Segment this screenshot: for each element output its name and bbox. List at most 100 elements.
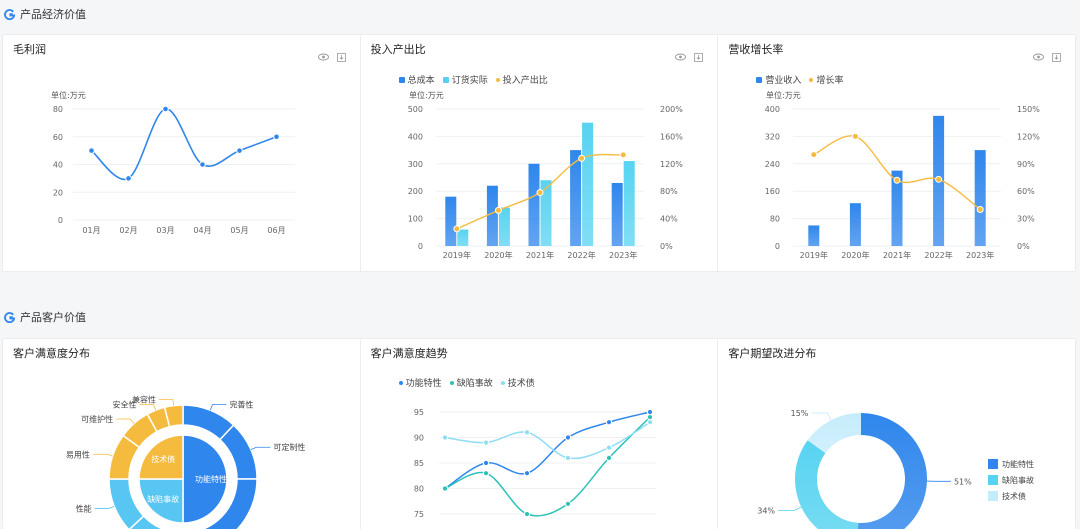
y2-tick-label: 30% <box>1017 215 1035 224</box>
slice-label: 易用性 <box>66 449 90 459</box>
bar <box>528 164 539 246</box>
panel-satisfaction-trend: 客户满意度趋势 功能特性缺陷事故技术债 7580859095 <box>361 339 719 529</box>
x-tick-label: 06月 <box>267 226 285 235</box>
y2-tick-label: 40% <box>660 215 678 224</box>
x-tick-label: 2020年 <box>484 250 512 260</box>
data-point <box>495 207 501 213</box>
panel-gross-profit: 毛利润 单位:万元 02040608001月02月03月04月05月06月 <box>3 35 361 271</box>
series-line <box>445 412 650 489</box>
slice-label: 技术债 <box>151 454 175 464</box>
label-leader <box>210 405 226 411</box>
slice-label: 缺陷事故 <box>147 494 179 504</box>
slice-label: 完善性 <box>229 400 253 410</box>
x-tick-label: 2021年 <box>883 250 911 260</box>
x-tick-label: 2023年 <box>966 250 994 260</box>
x-tick-label: 01月 <box>82 226 100 235</box>
y2-tick-label: 150% <box>1017 105 1040 114</box>
label-leader <box>93 454 113 456</box>
section-title-customer: 产品客户价值 <box>4 309 86 325</box>
legend-label: 技术债 <box>1002 491 1026 501</box>
panel-expectation-distribution: 客户期望改进分布 51%34%15%功能特性缺陷事故技术债 <box>718 339 1075 529</box>
slice-label: 性能 <box>76 503 92 513</box>
section-logo-icon <box>4 312 15 323</box>
legend-label: 功能特性 <box>1002 459 1034 469</box>
y-tick-label: 80 <box>413 485 423 494</box>
data-point <box>578 155 584 161</box>
y-tick-label: 400 <box>407 132 422 141</box>
satisfaction-trend-chart: 7580859095 <box>361 339 717 529</box>
y-tick-label: 160 <box>765 187 780 196</box>
y-tick-label: 75 <box>413 510 423 519</box>
slice-label: 功能特性 <box>195 474 227 484</box>
y2-tick-label: 120% <box>660 160 683 169</box>
x-tick-label: 02月 <box>119 226 137 235</box>
x-tick-label: 2022年 <box>925 250 953 260</box>
data-point <box>565 435 570 440</box>
satisfaction-sunburst-chart: 功能特性缺陷事故技术债完善性可定制性性能易用性可维护性安全性兼容性 <box>3 339 359 529</box>
data-point <box>894 177 900 183</box>
x-tick-label: 2021年 <box>525 250 553 260</box>
data-point <box>647 415 652 420</box>
x-tick-label: 2022年 <box>567 250 595 260</box>
data-point <box>647 409 652 414</box>
y-tick-label: 300 <box>407 160 422 169</box>
data-point <box>442 486 447 491</box>
label-leader <box>812 413 832 420</box>
expectation-donut-chart: 51%34%15%功能特性缺陷事故技术债 <box>718 339 1074 529</box>
legend-label: 缺陷事故 <box>1002 475 1034 485</box>
bar <box>623 161 634 246</box>
bar <box>611 183 622 246</box>
data-point <box>606 455 611 460</box>
y2-tick-label: 60% <box>1017 187 1035 196</box>
y-tick-label: 320 <box>765 132 780 141</box>
section-customer-label: 产品客户价值 <box>20 309 86 325</box>
y2-tick-label: 90% <box>1017 160 1035 169</box>
y-tick-label: 500 <box>407 105 422 114</box>
data-point <box>524 430 529 435</box>
data-point <box>524 471 529 476</box>
data-point <box>811 152 817 158</box>
bar <box>975 150 986 246</box>
pie-slice <box>109 479 144 529</box>
data-point <box>978 206 984 212</box>
gross-profit-chart: 单位:万元 02040608001月02月03月04月05月06月 <box>3 35 359 271</box>
y-tick-label: 0 <box>775 242 780 251</box>
label-leader <box>778 507 801 510</box>
series-line <box>92 109 277 179</box>
section-title-econ: 产品经济价值 <box>4 6 86 22</box>
y-tick-label: 20 <box>53 188 63 197</box>
label-leader <box>159 400 174 406</box>
io-ratio-chart: 单位:万元 01002003004005000%40%80%120%160%20… <box>361 35 717 271</box>
slice-percent-label: 15% <box>791 409 809 418</box>
data-point <box>126 176 132 182</box>
bar <box>487 186 498 246</box>
y-tick-label: 0 <box>58 216 63 225</box>
x-tick-label: 2019年 <box>442 250 470 260</box>
y2-tick-label: 80% <box>660 187 678 196</box>
data-point <box>620 152 626 158</box>
y-tick-label: 40 <box>53 161 63 170</box>
label-leader <box>116 419 134 424</box>
data-point <box>237 148 243 154</box>
legend-marker <box>988 491 998 501</box>
panel-io-ratio: 投入产出比 总成本订货实际投入产出比 单位:万元 010020030040050… <box>361 35 719 271</box>
slice-percent-label: 51% <box>954 477 972 486</box>
x-tick-label: 05月 <box>230 226 248 235</box>
pie-slice <box>857 413 927 529</box>
bar <box>809 225 820 246</box>
y-tick-label: 95 <box>413 408 423 417</box>
y2-tick-label: 160% <box>660 132 683 141</box>
data-point <box>647 420 652 425</box>
y2-tick-label: 0% <box>660 242 673 251</box>
customer-panel-row: 客户满意度分布 功能特性缺陷事故技术债完善性可定制性性能易用性可维护性安全性兼容… <box>2 338 1076 529</box>
data-point <box>442 435 447 440</box>
panel-revenue-growth: 营收增长率 营业收入增长率 单位:万元 0801602403204000%30%… <box>718 35 1075 271</box>
data-point <box>163 106 169 112</box>
label-leader <box>95 506 115 508</box>
y-tick-label: 200 <box>407 187 422 196</box>
label-leader <box>251 447 271 449</box>
data-point <box>200 162 206 168</box>
x-tick-label: 2023年 <box>609 250 637 260</box>
section-econ-label: 产品经济价值 <box>20 6 86 22</box>
y-tick-label: 400 <box>765 105 780 114</box>
